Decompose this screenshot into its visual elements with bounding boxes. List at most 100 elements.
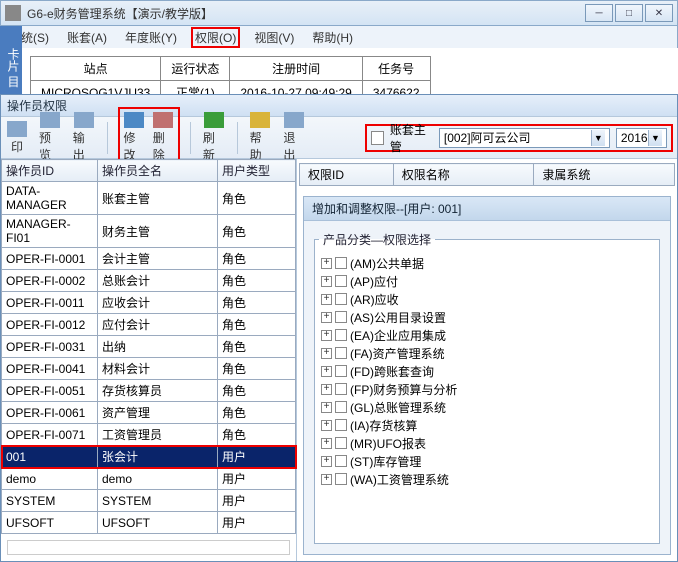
col-operator-id[interactable]: 操作员ID <box>2 160 98 182</box>
menu-view[interactable]: 视图(V) <box>250 27 298 48</box>
print-button[interactable]: 印 <box>5 119 29 157</box>
table-row[interactable]: OPER-FI-0012应付会计角色 <box>2 314 296 336</box>
table-row[interactable]: OPER-FI-0001会计主管角色 <box>2 248 296 270</box>
expand-icon[interactable]: + <box>321 258 332 269</box>
modify-button[interactable]: 修改 <box>122 110 147 165</box>
refresh-button[interactable]: 刷新 <box>201 110 227 165</box>
table-row[interactable]: 001张会计用户 <box>2 446 296 468</box>
expand-icon[interactable]: + <box>321 474 332 485</box>
cell-name: 账套主管 <box>98 182 218 215</box>
tree-label: (MR)UFO报表 <box>350 435 426 452</box>
table-row[interactable]: OPER-FI-0071工资管理员角色 <box>2 424 296 446</box>
col-perm-name[interactable]: 权限名称 <box>393 164 534 186</box>
tree-checkbox[interactable] <box>335 401 347 413</box>
cell-type: 角色 <box>218 248 296 270</box>
tree-node[interactable]: +(WA)工资管理系统 <box>321 470 655 488</box>
expand-icon[interactable]: + <box>321 330 332 341</box>
tree-checkbox[interactable] <box>335 257 347 269</box>
table-row[interactable]: SYSTEMSYSTEM用户 <box>2 490 296 512</box>
output-button[interactable]: 输出 <box>71 110 97 165</box>
close-button[interactable]: ✕ <box>645 4 673 22</box>
chevron-down-icon: ▼ <box>591 130 605 146</box>
tree-checkbox[interactable] <box>335 419 347 431</box>
table-row[interactable]: UFSOFTUFSOFT用户 <box>2 512 296 534</box>
tree-node[interactable]: +(AM)公共单据 <box>321 254 655 272</box>
tree-label: (AS)公用目录设置 <box>350 309 446 326</box>
expand-icon[interactable]: + <box>321 312 332 323</box>
tree-node[interactable]: + (GL)总账管理系统 <box>321 398 655 416</box>
expand-icon[interactable]: + <box>321 402 332 413</box>
tree-label: (FP)财务预算与分析 <box>350 381 457 398</box>
tree-node[interactable]: + (FP)财务预算与分析 <box>321 380 655 398</box>
tree-node[interactable]: +(FD)跨账套查询 <box>321 362 655 380</box>
tree-checkbox[interactable] <box>335 275 347 287</box>
expand-icon[interactable]: + <box>321 294 332 305</box>
cell-id: OPER-FI-0051 <box>2 380 98 402</box>
info-h-regtime: 注册时间 <box>230 57 362 81</box>
minimize-button[interactable]: ─ <box>585 4 613 22</box>
tree-node[interactable]: + (MR)UFO报表 <box>321 434 655 452</box>
col-operator-name[interactable]: 操作员全名 <box>98 160 218 182</box>
tree-label: (IA)存货核算 <box>350 417 417 434</box>
tree-node[interactable]: + (AS)公用目录设置 <box>321 308 655 326</box>
menu-account[interactable]: 账套(A) <box>63 27 111 48</box>
expand-icon[interactable]: + <box>321 420 332 431</box>
maximize-button[interactable]: □ <box>615 4 643 22</box>
print-label: 印 <box>11 138 23 155</box>
permission-header-grid: 权限ID 权限名称 隶属系统 <box>299 163 675 186</box>
tree-node[interactable]: + (AR)应收 <box>321 290 655 308</box>
col-perm-id[interactable]: 权限ID <box>300 164 394 186</box>
expand-icon[interactable]: + <box>321 366 332 377</box>
permission-tree[interactable]: +(AM)公共单据+(AP)应付+(AR)应收+(AS)公用目录设置+(EA)企… <box>319 254 655 488</box>
account-admin-label: 账套主管 <box>390 121 433 155</box>
tree-checkbox[interactable] <box>335 311 347 323</box>
cell-type: 角色 <box>218 380 296 402</box>
table-row[interactable]: OPER-FI-0011应收会计角色 <box>2 292 296 314</box>
col-perm-sys[interactable]: 隶属系统 <box>534 164 675 186</box>
tree-checkbox[interactable] <box>335 365 347 377</box>
year-combo[interactable]: 2016 ▼ <box>616 128 667 148</box>
tree-label: (AR)应收 <box>350 291 399 308</box>
table-row[interactable]: MANAGER-FI01财务主管角色 <box>2 215 296 248</box>
table-row[interactable]: OPER-FI-0031出纳角色 <box>2 336 296 358</box>
preview-button[interactable]: 预览 <box>37 110 63 165</box>
menu-help[interactable]: 帮助(H) <box>308 27 357 48</box>
tree-checkbox[interactable] <box>335 329 347 341</box>
tree-node[interactable]: +(EA)企业应用集成 <box>321 326 655 344</box>
table-row[interactable]: OPER-FI-0041材料会计角色 <box>2 358 296 380</box>
exit-button[interactable]: 退出 <box>281 110 307 165</box>
tree-node[interactable]: +(ST)库存管理 <box>321 452 655 470</box>
cell-name: 财务主管 <box>98 215 218 248</box>
tree-node[interactable]: + (IA)存货核算 <box>321 416 655 434</box>
tree-node[interactable]: +(FA)资产管理系统 <box>321 344 655 362</box>
expand-icon[interactable]: + <box>321 348 332 359</box>
expand-icon[interactable]: + <box>321 456 332 467</box>
col-user-type[interactable]: 用户类型 <box>218 160 296 182</box>
help-button[interactable]: 帮助 <box>248 110 274 165</box>
expand-icon[interactable]: + <box>321 276 332 287</box>
tree-checkbox[interactable] <box>335 455 347 467</box>
table-row[interactable]: OPER-FI-0051存货核算员角色 <box>2 380 296 402</box>
cell-type: 用户 <box>218 446 296 468</box>
tree-checkbox[interactable] <box>335 473 347 485</box>
expand-icon[interactable]: + <box>321 384 332 395</box>
tree-checkbox[interactable] <box>335 383 347 395</box>
tree-checkbox[interactable] <box>335 437 347 449</box>
table-row[interactable]: DATA-MANAGER账套主管角色 <box>2 182 296 215</box>
tree-checkbox[interactable] <box>335 347 347 359</box>
tree-label: (GL)总账管理系统 <box>350 399 446 416</box>
menu-permission[interactable]: 权限(O) <box>191 27 240 48</box>
table-row[interactable]: OPER-FI-0061资产管理角色 <box>2 402 296 424</box>
table-row[interactable]: OPER-FI-0002总账会计角色 <box>2 270 296 292</box>
cell-type: 角色 <box>218 270 296 292</box>
tree-node[interactable]: +(AP)应付 <box>321 272 655 290</box>
tree-checkbox[interactable] <box>335 293 347 305</box>
operator-grid[interactable]: 操作员ID 操作员全名 用户类型 DATA-MANAGER账套主管角色MANAG… <box>1 159 296 534</box>
table-row[interactable]: demodemo用户 <box>2 468 296 490</box>
expand-icon[interactable]: + <box>321 438 332 449</box>
menubar: 系统(S) 账套(A) 年度账(Y) 权限(O) 视图(V) 帮助(H) <box>0 26 678 48</box>
account-admin-checkbox[interactable] <box>371 131 384 145</box>
delete-button[interactable]: 删除 <box>151 110 176 165</box>
company-combo[interactable]: [002]阿可云公司 ▼ <box>439 128 610 148</box>
menu-year[interactable]: 年度账(Y) <box>121 27 181 48</box>
